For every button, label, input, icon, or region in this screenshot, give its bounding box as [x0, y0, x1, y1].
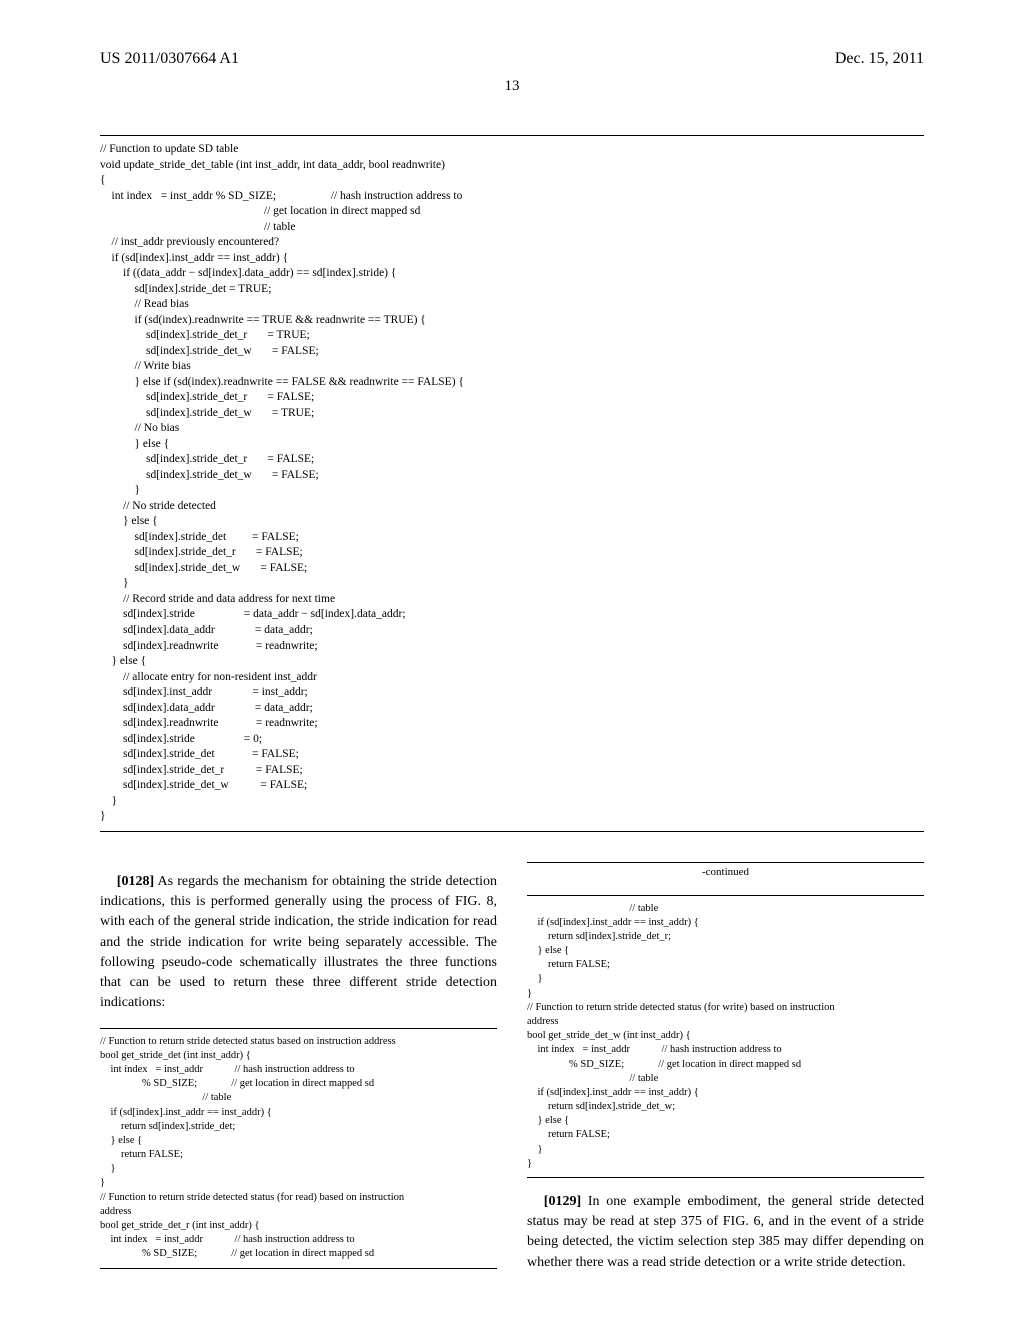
paragraph-text: In one example embodiment, the general s… [527, 1194, 924, 1270]
right-column: -continued // table if (sd[index].inst_a… [527, 862, 924, 1283]
continued-block: -continued // table if (sd[index].inst_a… [527, 862, 924, 1178]
page-container: US 2011/0307664 A1 Dec. 15, 2011 13 // F… [0, 0, 1024, 1343]
paragraph-0129: [0129] In one example embodiment, the ge… [527, 1192, 924, 1273]
left-column: [0128] As regards the mechanism for obta… [100, 862, 497, 1283]
continued-label: -continued [527, 863, 924, 881]
paragraph-number: [0128] [117, 874, 154, 889]
publication-date: Dec. 15, 2011 [835, 50, 924, 68]
paragraph-text: As regards the mechanism for obtaining t… [100, 874, 497, 1011]
paragraph-0128: [0128] As regards the mechanism for obta… [100, 872, 497, 1014]
page-header: US 2011/0307664 A1 Dec. 15, 2011 [100, 50, 924, 68]
publication-number: US 2011/0307664 A1 [100, 50, 239, 68]
page-number: 13 [100, 78, 924, 95]
paragraph-number: [0129] [544, 1194, 581, 1209]
right-code-listing: // table if (sd[index].inst_addr == inst… [527, 895, 924, 1178]
left-code-listing: // Function to return stride detected st… [100, 1028, 497, 1269]
two-column-layout: [0128] As regards the mechanism for obta… [100, 862, 924, 1283]
main-code-listing: // Function to update SD table void upda… [100, 135, 924, 832]
